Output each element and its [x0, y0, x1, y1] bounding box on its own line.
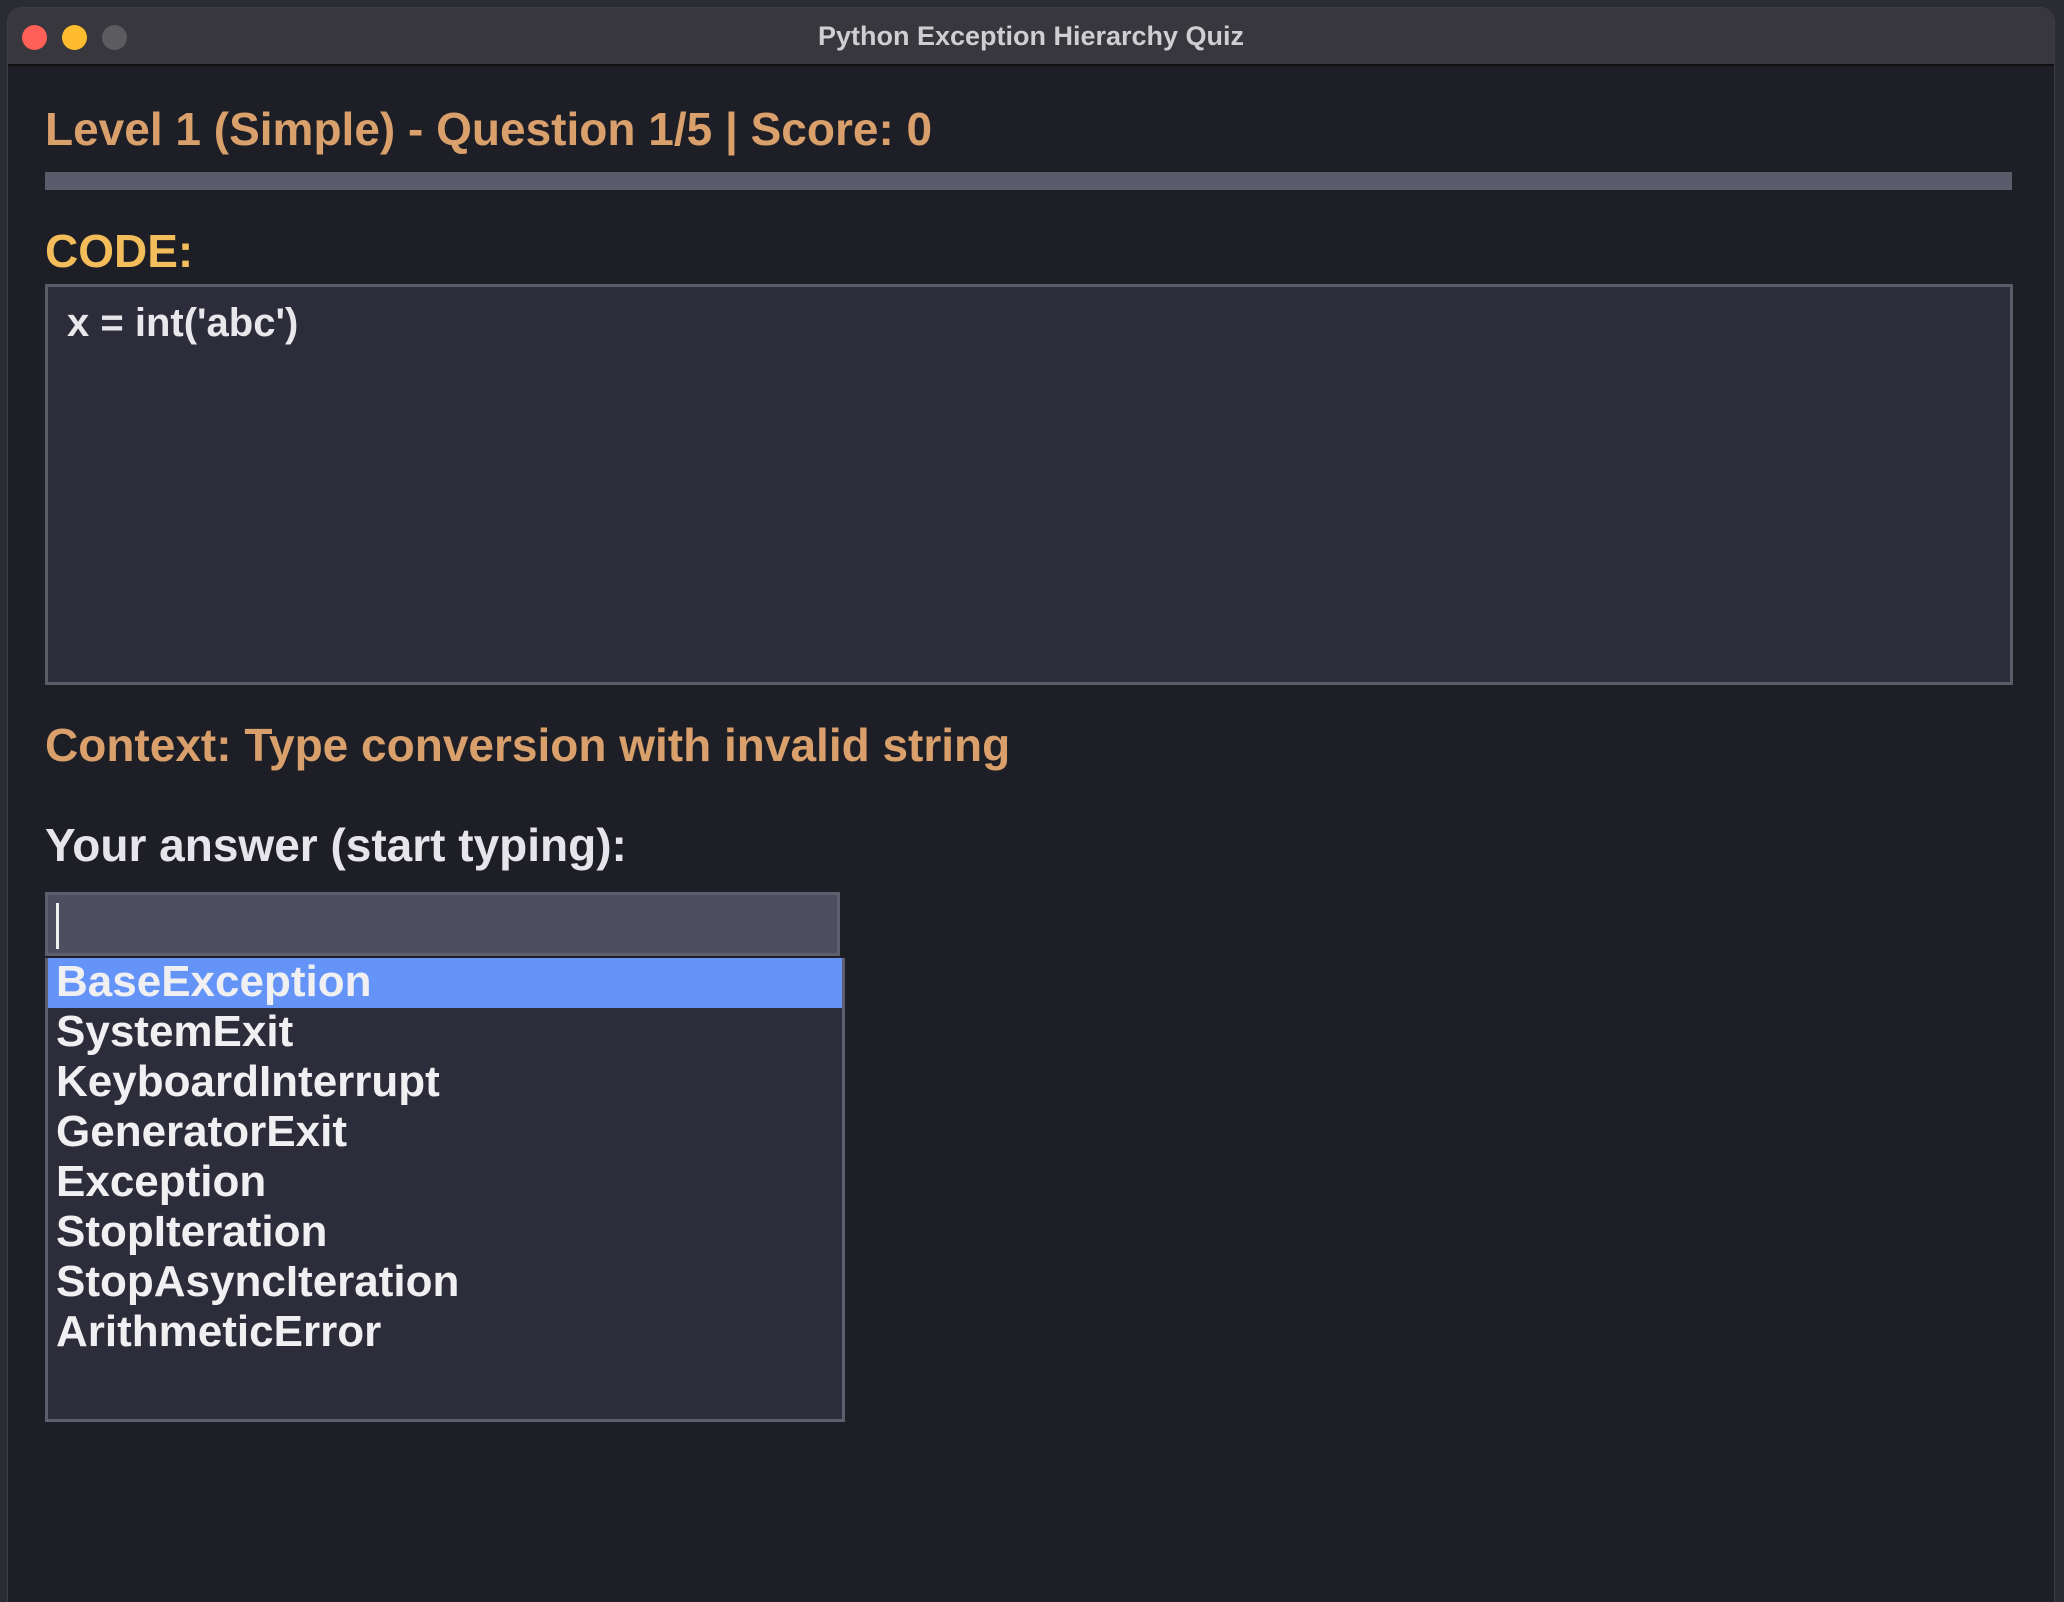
title-bar[interactable]: Python Exception Hierarchy Quiz [8, 8, 2054, 66]
suggestion-item[interactable]: BaseException [48, 958, 842, 1008]
level-status: Level 1 (Simple) - Question 1/5 | Score:… [45, 103, 933, 155]
suggestion-item[interactable]: KeyboardInterrupt [48, 1058, 842, 1108]
code-heading: CODE: [45, 225, 194, 277]
window-title: Python Exception Hierarchy Quiz [817, 21, 1245, 51]
code-display: x = int('abc') [45, 284, 2013, 685]
answer-input[interactable] [45, 892, 840, 956]
progress-bar [45, 172, 2012, 190]
text-caret [56, 903, 59, 949]
suggestion-item[interactable]: ArithmeticError [48, 1308, 842, 1358]
quiz-window: Python Exception Hierarchy Quiz Level 1 … [8, 8, 2054, 1602]
suggestion-item[interactable]: GeneratorExit [48, 1108, 842, 1158]
autocomplete-suggestion-list[interactable]: BaseException SystemExit KeyboardInterrupt… [45, 958, 845, 1422]
answer-label: Your answer (start typing): [45, 819, 627, 871]
suggestion-item[interactable]: StopAsyncIteration [48, 1258, 842, 1308]
suggestion-item[interactable]: SystemExit [48, 1008, 842, 1058]
suggestion-item[interactable]: Exception [48, 1158, 842, 1208]
code-text: x = int('abc') [67, 301, 299, 345]
suggestion-item[interactable]: StopIteration [48, 1208, 842, 1258]
context-text: Context: Type conversion with invalid st… [45, 719, 1011, 771]
quiz-content: Level 1 (Simple) - Question 1/5 | Score:… [8, 66, 2054, 1602]
